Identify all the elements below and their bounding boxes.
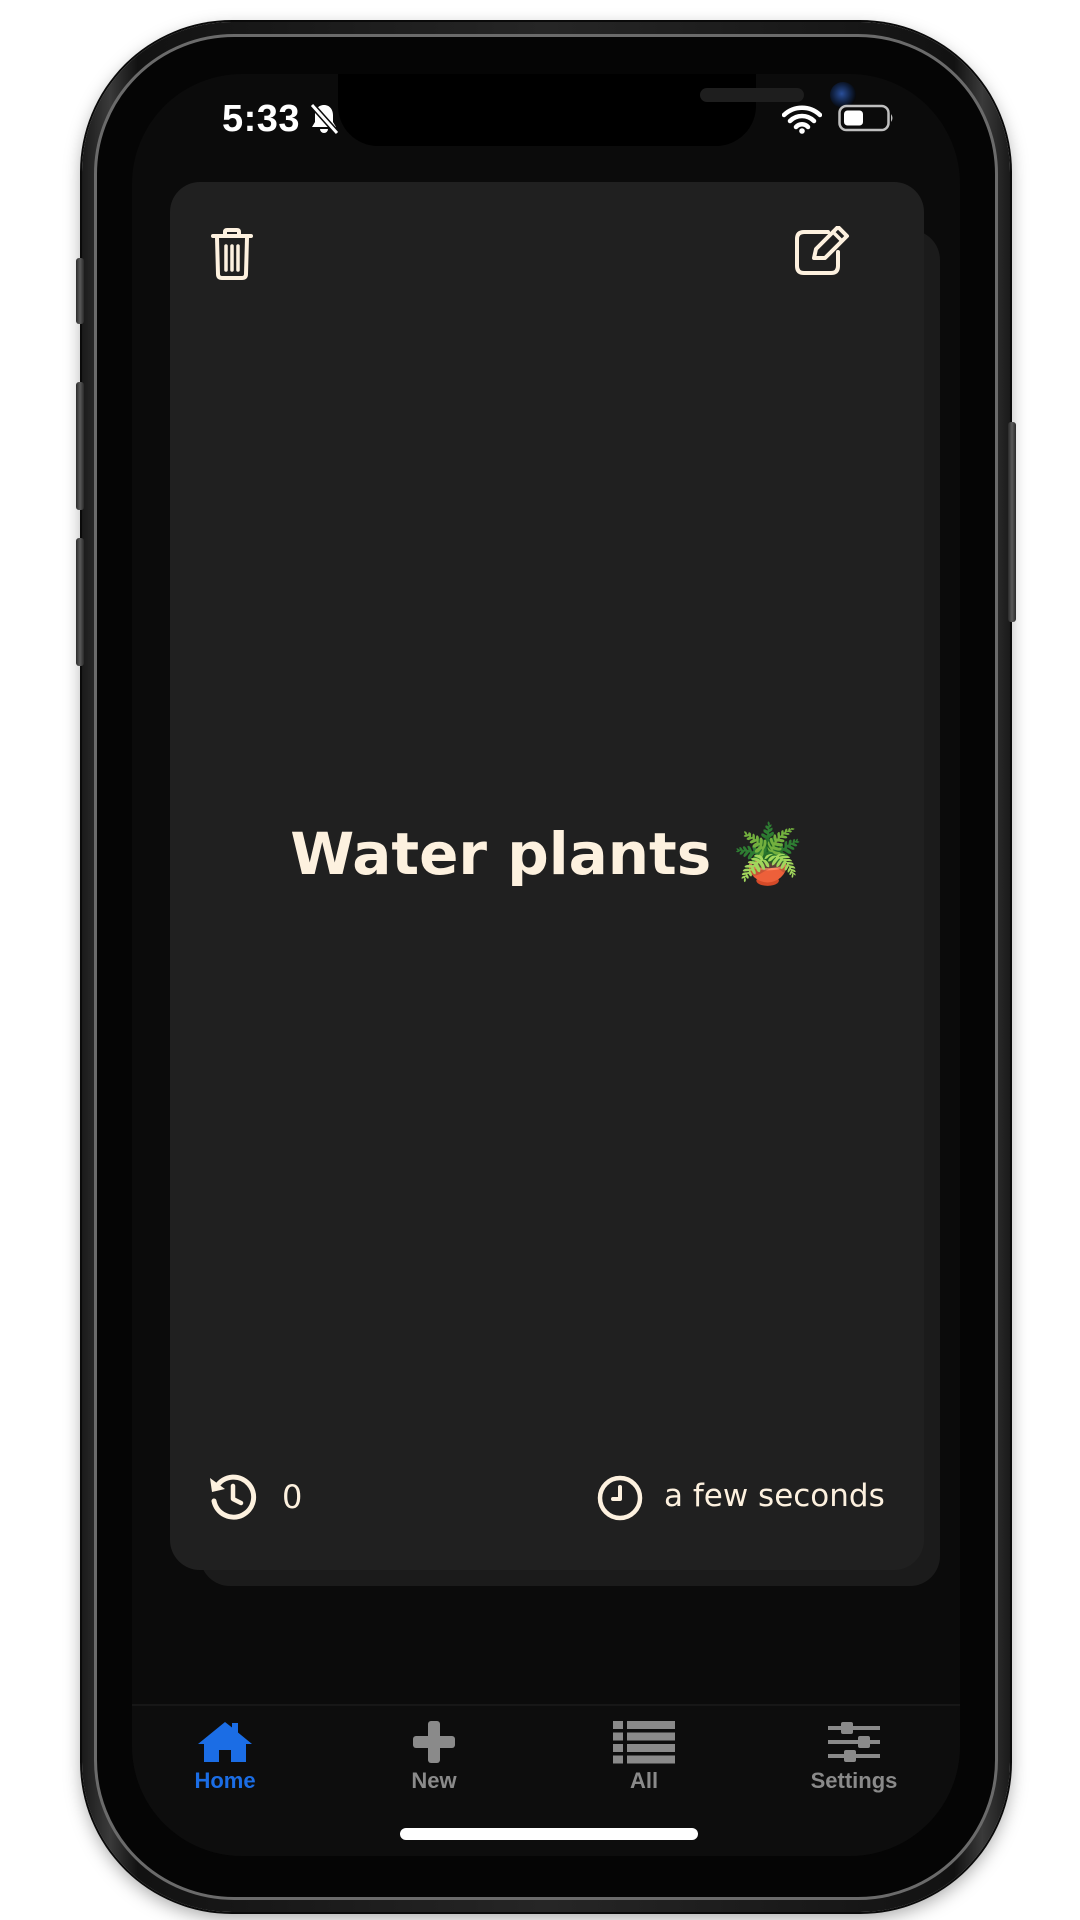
- tab-home-label: Home: [194, 1768, 256, 1793]
- plus-icon: [413, 1721, 455, 1763]
- earpiece-speaker: [700, 88, 804, 102]
- tab-settings[interactable]: Settings: [784, 1720, 924, 1816]
- habit-card[interactable]: Water plants 🪴 0 a few seconds: [170, 182, 924, 1570]
- elapsed-time: a few seconds: [664, 1478, 885, 1514]
- home-indicator[interactable]: [400, 1828, 698, 1840]
- tab-home[interactable]: Home: [155, 1720, 295, 1816]
- tab-new-label: New: [411, 1768, 457, 1793]
- notch: [338, 74, 856, 146]
- habit-title: Water plants 🪴: [290, 820, 804, 888]
- phone-screen: 5:33 Water plants 🪴 0 a few seconds Home…: [132, 74, 960, 1856]
- volume-down-button: [76, 538, 84, 666]
- status-time: 5:33: [222, 98, 301, 140]
- clock-icon: [597, 1475, 643, 1521]
- tab-new[interactable]: New: [364, 1720, 504, 1816]
- battery-icon: [838, 104, 893, 132]
- tab-all-label: All: [629, 1768, 659, 1793]
- bell-slash-icon: [309, 103, 340, 135]
- edit-icon[interactable]: [794, 226, 850, 276]
- sliders-icon: [828, 1722, 880, 1762]
- list-icon: [613, 1721, 675, 1764]
- tab-all[interactable]: All: [574, 1720, 714, 1816]
- wifi-icon: [782, 105, 822, 134]
- home-icon: [198, 1722, 252, 1762]
- history-icon: [210, 1474, 257, 1520]
- power-button: [1008, 422, 1016, 622]
- silent-switch: [76, 258, 84, 324]
- tab-settings-label: Settings: [810, 1768, 898, 1793]
- completion-count: 0: [282, 1478, 303, 1516]
- trash-icon[interactable]: [210, 228, 254, 280]
- volume-up-button: [76, 382, 84, 510]
